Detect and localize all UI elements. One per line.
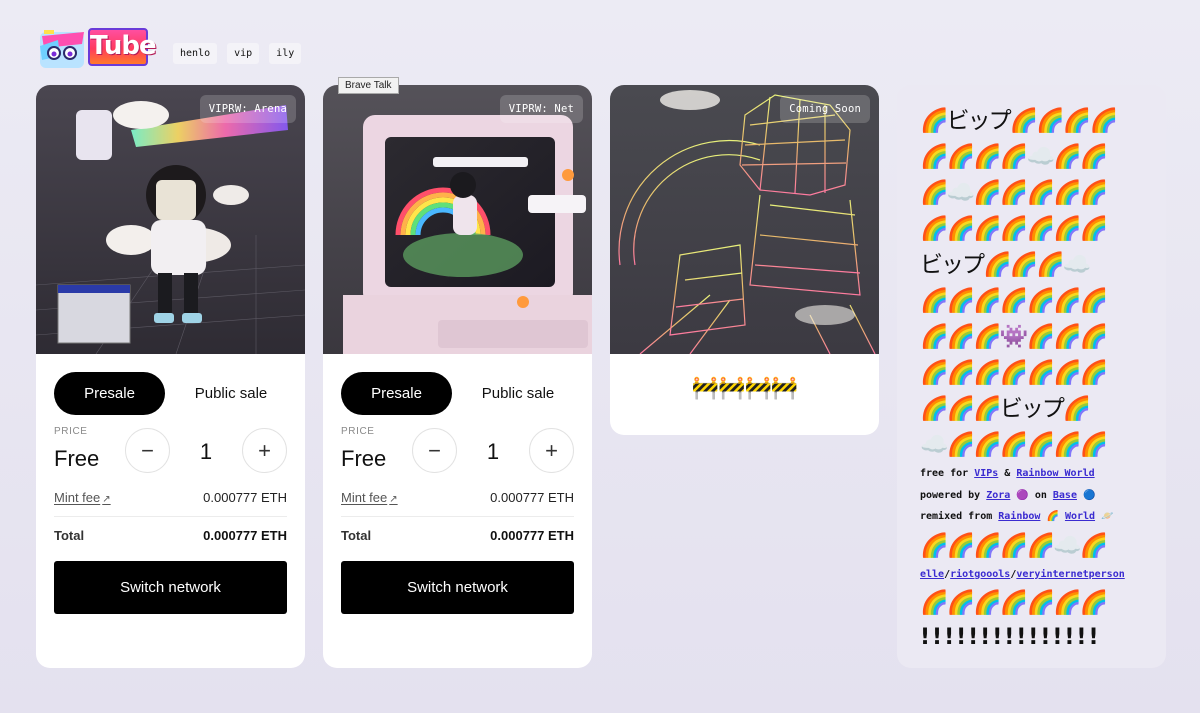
construction-icons: 🚧🚧🚧🚧 (691, 375, 799, 400)
external-link-icon: ↗ (389, 494, 398, 505)
decrement-button[interactable]: − (125, 428, 170, 473)
increment-button[interactable]: + (529, 428, 574, 473)
price-value: Free (54, 446, 100, 471)
sale-toggle: Presale Public sale (341, 372, 575, 415)
total-value: 0.000777 ETH (203, 528, 287, 543)
veryinternetperson-link[interactable]: veryinternetperson (1016, 569, 1124, 580)
quantity-value: 1 (199, 439, 213, 464)
emoji-line: 🌈☁️🌈🌈🌈🌈🌈 (920, 180, 1108, 206)
rainbow-icon: 🌈 (1040, 511, 1065, 522)
base-icon: 🔵 (1076, 489, 1096, 501)
total-label: Total (341, 528, 372, 543)
world-link[interactable]: World (1065, 511, 1095, 522)
top-nav: henlo vip ily (173, 43, 302, 64)
external-link-icon: ↗ (102, 494, 111, 505)
emoji-line: 🌈🌈🌈🌈🌈🌈🌈 (920, 216, 1108, 242)
net-artwork-image (323, 85, 592, 354)
nav-henlo[interactable]: henlo (173, 43, 218, 64)
rainbow-world-link[interactable]: Rainbow World (1016, 468, 1094, 479)
exclamation-line: !!!!!!!!!!!!!!! (920, 625, 1101, 650)
mint-fee-label: Mint fee (341, 490, 388, 505)
switch-network-button[interactable]: Switch network (341, 561, 574, 614)
rainbow-link[interactable]: Rainbow (998, 511, 1040, 522)
powered-text: powered by (920, 489, 987, 501)
emoji-line: 🌈🌈🌈🌈☁️🌈🌈 (920, 144, 1108, 170)
total-label: Total (54, 528, 85, 543)
powered-by-line: powered by Zora 🟣 on Base 🔵 (920, 485, 1166, 507)
emoji-line: ビップ🌈🌈🌈☁️ (920, 252, 1092, 278)
logo-text: Tube (88, 28, 157, 66)
mint-fee-label: Mint fee (54, 490, 101, 505)
mint-fee-link[interactable]: Mint fee ↗ (54, 490, 111, 505)
presale-button[interactable]: Presale (341, 372, 452, 415)
nav-ily[interactable]: ily (269, 43, 302, 64)
logo-face-icon (40, 30, 84, 68)
emoji-line: ☁️🌈🌈🌈🌈🌈🌈 (920, 432, 1108, 458)
quantity-value: 1 (486, 439, 500, 464)
remixed-line: remixed from Rainbow 🌈 World 🪐 (920, 506, 1166, 528)
presale-button[interactable]: Presale (54, 372, 165, 415)
net-artwork: VIPRW: Net (323, 85, 592, 354)
emoji-line: 🌈🌈🌈👾🌈🌈🌈 (920, 324, 1108, 350)
on-text: 🟣 on (1010, 489, 1053, 501)
brave-talk-tooltip: Brave Talk (338, 77, 399, 94)
credits-line: elle/riotgoools/veryinternetperson (920, 564, 1166, 586)
emoji-line: 🌈🌈🌈🌈🌈🌈🌈 (920, 360, 1108, 386)
arena-artwork: VIPRW: Arena (36, 85, 305, 354)
riotgoools-link[interactable]: riotgoools (950, 569, 1010, 580)
price-value: Free (341, 446, 387, 471)
mint-card-net: VIPRW: Net Presale Public sale PRICE Fre… (323, 85, 592, 668)
public-sale-button[interactable]: Public sale (473, 372, 563, 415)
wireframe-artwork: Coming Soon (610, 85, 879, 354)
info-panel: 🌈ビップ🌈🌈🌈🌈 🌈🌈🌈🌈☁️🌈🌈 🌈☁️🌈🌈🌈🌈🌈 🌈🌈🌈🌈🌈🌈🌈 ビップ🌈🌈… (897, 85, 1166, 668)
emoji-line: 🌈🌈🌈🌈🌈🌈🌈 (920, 590, 1108, 616)
mint-fee-value: 0.000777 ETH (490, 490, 574, 505)
logo[interactable]: Tube (38, 24, 157, 70)
public-sale-button[interactable]: Public sale (186, 372, 276, 415)
card-tag: VIPRW: Net (499, 95, 583, 123)
arena-artwork-image (36, 85, 305, 354)
mint-fee-value: 0.000777 ETH (203, 490, 287, 505)
emoji-line: 🌈ビップ🌈🌈🌈🌈 (920, 108, 1118, 134)
coming-soon-card: Coming Soon 🚧🚧🚧🚧 (610, 85, 879, 435)
amp-text: & (998, 468, 1017, 479)
price-label: PRICE (54, 426, 88, 437)
free-for-line: free for VIPs & Rainbow World (920, 463, 1166, 485)
mint-card-arena: VIPRW: Arena Presale Public sale PRICE F… (36, 85, 305, 668)
zora-link[interactable]: Zora (986, 490, 1010, 501)
emoji-line: 🌈🌈🌈🌈🌈☁️🌈 (920, 532, 1108, 559)
emoji-line: 🌈🌈🌈🌈🌈🌈🌈 (920, 288, 1108, 314)
increment-button[interactable]: + (242, 428, 287, 473)
base-link[interactable]: Base (1053, 490, 1077, 501)
wireframe-artwork-image (610, 85, 879, 354)
elle-link[interactable]: elle (920, 569, 944, 580)
total-value: 0.000777 ETH (490, 528, 574, 543)
mint-fee-row: Mint fee ↗ 0.000777 ETH (341, 489, 574, 517)
nav-vip[interactable]: vip (227, 43, 260, 64)
decrement-button[interactable]: − (412, 428, 457, 473)
emoji-line: 🌈🌈🌈ビップ🌈 (920, 396, 1092, 422)
card-tag: VIPRW: Arena (199, 95, 296, 123)
vips-link[interactable]: VIPs (974, 468, 998, 479)
mint-fee-link[interactable]: Mint fee ↗ (341, 490, 398, 505)
free-for-text: free for (920, 468, 975, 479)
card-tag: Coming Soon (780, 95, 870, 123)
sale-toggle: Presale Public sale (54, 372, 288, 415)
switch-network-button[interactable]: Switch network (54, 561, 287, 614)
planet-icon: 🪐 (1095, 511, 1114, 522)
mint-fee-row: Mint fee ↗ 0.000777 ETH (54, 489, 287, 517)
price-label: PRICE (341, 426, 375, 437)
remixed-text: remixed from (920, 511, 999, 522)
